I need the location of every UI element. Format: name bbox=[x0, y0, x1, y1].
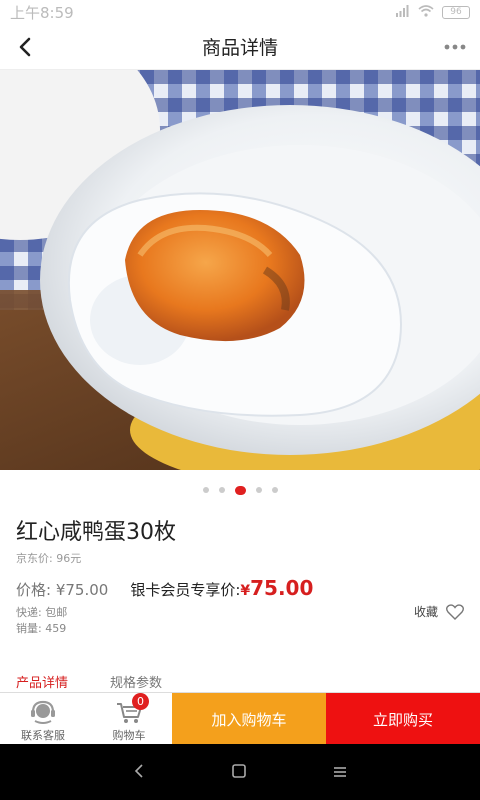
back-arrow-icon bbox=[19, 37, 31, 57]
member-price-symbol: ¥ bbox=[240, 583, 251, 599]
status-time: 上午8:59 bbox=[10, 3, 74, 22]
carousel-dot[interactable] bbox=[202, 487, 209, 493]
more-button[interactable] bbox=[442, 34, 468, 60]
jd-price: 京东价: 96元 bbox=[16, 552, 82, 565]
system-home-icon bbox=[232, 763, 246, 778]
bottom-action-bar: 联系客服 0 购物车 加入购物车 立即购买 bbox=[0, 692, 480, 745]
carousel-indicator bbox=[0, 480, 480, 500]
member-price-label: 银卡会员专享价: bbox=[130, 581, 241, 599]
cart-count-badge: 0 bbox=[132, 693, 149, 710]
tab-specifications[interactable]: 规格参数 bbox=[110, 664, 162, 691]
customer-service-button[interactable]: 联系客服 bbox=[0, 693, 86, 745]
status-bar: 上午8:59 96 bbox=[0, 0, 480, 24]
wifi-icon bbox=[418, 4, 434, 20]
system-menu-button[interactable] bbox=[333, 763, 347, 782]
add-to-cart-button[interactable]: 加入购物车 bbox=[172, 693, 326, 745]
cart-button[interactable]: 0 购物车 bbox=[86, 693, 172, 745]
favorite-button[interactable]: 收藏 bbox=[414, 603, 464, 620]
heart-icon bbox=[446, 603, 464, 620]
tab-product-details[interactable]: 产品详情 bbox=[16, 664, 68, 691]
member-price: 75.00 bbox=[250, 576, 314, 600]
nav-bar: 商品详情 bbox=[0, 24, 480, 70]
carousel-dot[interactable] bbox=[218, 487, 225, 493]
battery-icon: 96 bbox=[442, 5, 470, 19]
signal-icon bbox=[396, 4, 410, 20]
status-icons: 96 bbox=[396, 4, 470, 20]
system-home-button[interactable] bbox=[232, 763, 246, 782]
carousel-dot[interactable] bbox=[255, 487, 262, 493]
product-image[interactable] bbox=[0, 70, 480, 470]
more-dots-icon bbox=[444, 44, 466, 50]
buy-now-button[interactable]: 立即购买 bbox=[326, 693, 480, 745]
price-row: 价格: ¥75.00 银卡会员专享价: ¥ 75.00 bbox=[16, 576, 313, 600]
favorite-label: 收藏 bbox=[413, 605, 438, 619]
headset-icon bbox=[31, 700, 55, 724]
system-back-button[interactable] bbox=[133, 763, 145, 782]
system-nav-bar bbox=[0, 744, 480, 800]
cart-label: 购物车 bbox=[112, 729, 146, 742]
page-title: 商品详情 bbox=[201, 37, 278, 59]
carousel-dot-active[interactable] bbox=[234, 485, 246, 495]
carousel-dot[interactable] bbox=[271, 487, 278, 493]
price-label: 价格: ¥75.00 bbox=[16, 581, 109, 599]
sales-count: 销量: 459 bbox=[16, 622, 67, 635]
system-menu-icon bbox=[333, 766, 346, 777]
back-button[interactable] bbox=[10, 32, 40, 62]
detail-tabs: 产品详情 规格参数 bbox=[0, 664, 480, 694]
product-title: 红心咸鸭蛋30枚 bbox=[16, 520, 176, 545]
system-back-icon bbox=[135, 763, 143, 778]
customer-service-label: 联系客服 bbox=[21, 729, 65, 742]
shipping-info: 快递: 包邮 bbox=[16, 606, 68, 619]
